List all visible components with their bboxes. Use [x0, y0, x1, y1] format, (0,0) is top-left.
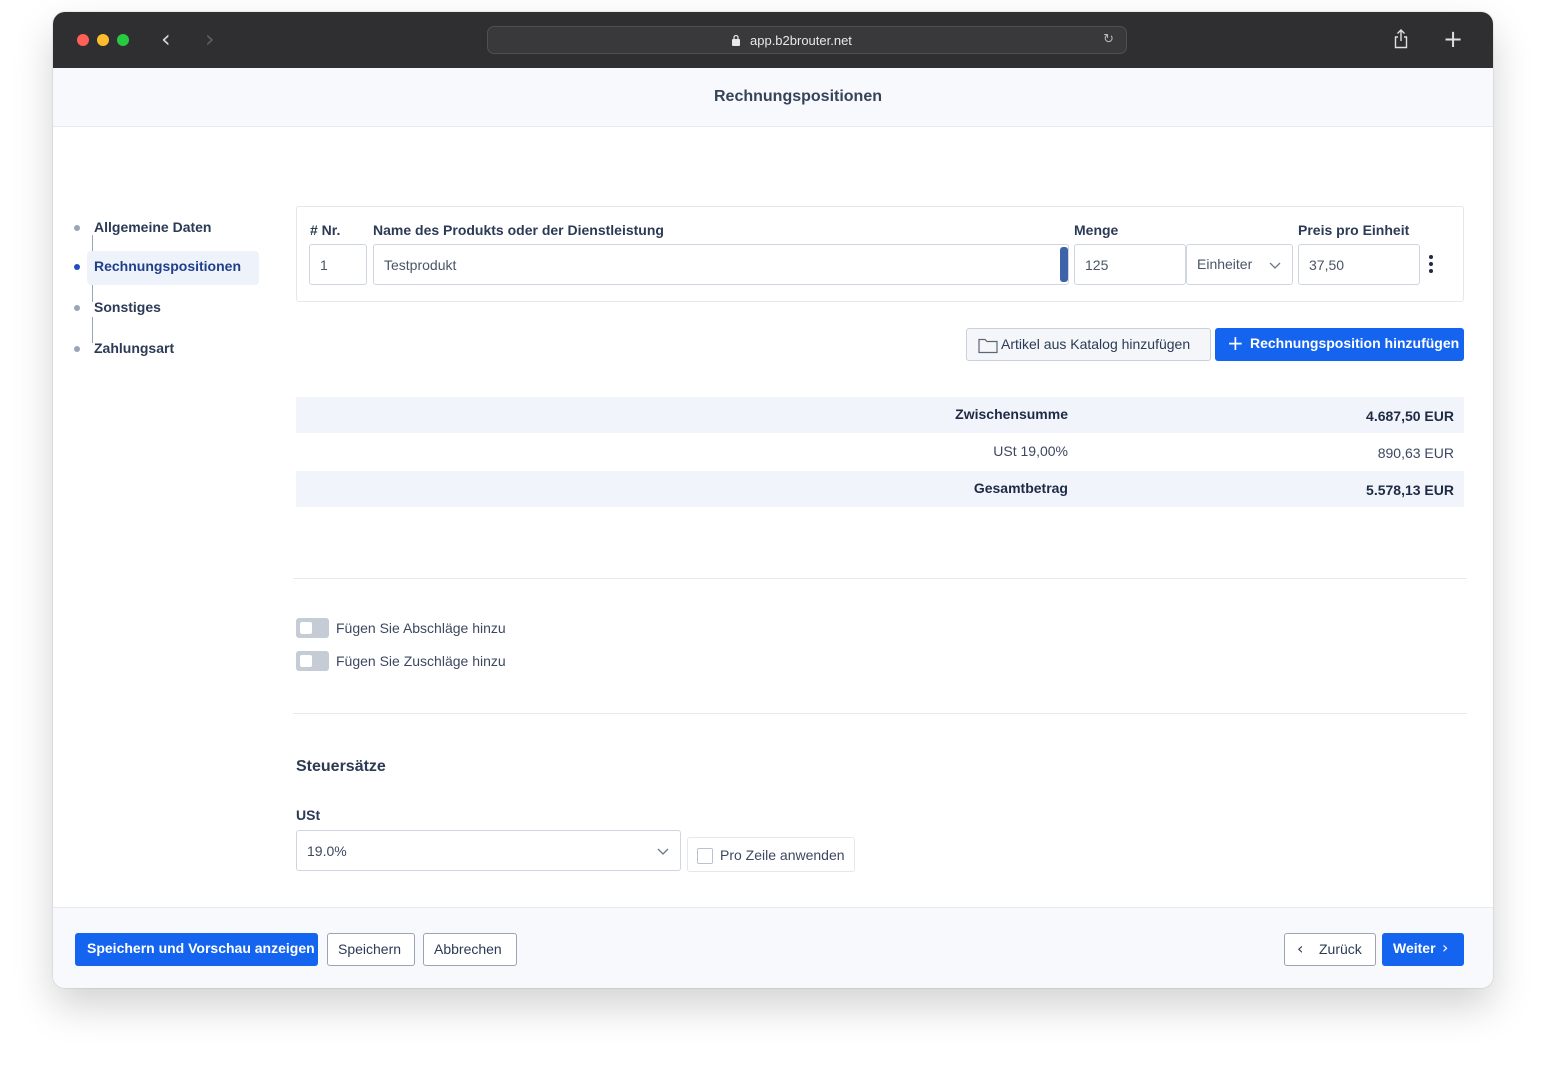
step-allgemeine-daten[interactable]: Allgemeine Daten — [69, 212, 259, 246]
column-label-name: Name des Produkts oder der Dienstleistun… — [373, 222, 664, 238]
ust-select[interactable]: 19.0% — [296, 830, 681, 871]
step-rechnungspositionen[interactable]: Rechnungspositionen — [69, 251, 259, 285]
forward-arrow-icon[interactable]: › — [205, 26, 215, 52]
per-line-label: Pro Zeile anwenden — [720, 847, 845, 863]
column-label-price: Preis pro Einheit — [1298, 222, 1410, 238]
total-label: Gesamtbetrag — [973, 480, 1068, 496]
step-dot — [74, 305, 80, 311]
unit-price-field[interactable]: 37,50 — [1298, 244, 1420, 285]
add-from-catalog-label: Artikel aus Katalog hinzufügen — [1001, 336, 1191, 352]
column-label-quantity: Menge — [1074, 222, 1119, 238]
next-label: Weiter — [1393, 940, 1436, 956]
page-header: Rechnungspositionen — [53, 68, 1493, 127]
line-item-row: # Nr. Name des Produkts oder der Dienstl… — [296, 206, 1464, 302]
discounts-label: Fügen Sie Abschläge hinzu — [336, 620, 506, 636]
total-row: Gesamtbetrag 5.578,13 EUR — [296, 471, 1464, 507]
browser-titlebar: ‹ › app.b2brouter.net ↻ + — [53, 12, 1493, 68]
step-dot — [74, 225, 80, 231]
divider — [293, 578, 1467, 579]
browser-window: ‹ › app.b2brouter.net ↻ + Rechnungsposit… — [53, 12, 1493, 988]
share-icon[interactable] — [1393, 29, 1409, 49]
add-from-catalog-button[interactable]: Artikel aus Katalog hinzufügen — [966, 328, 1211, 361]
chevron-down-icon — [657, 848, 669, 855]
per-line-option[interactable]: Pro Zeile anwenden — [687, 837, 855, 872]
tax-label: USt 19,00% — [993, 443, 1068, 459]
back-arrow-icon[interactable]: ‹ — [161, 26, 171, 52]
tax-rates-title: Steuersätze — [296, 758, 386, 775]
step-dot — [74, 264, 80, 270]
tax-value: 890,63 EUR — [1377, 445, 1454, 461]
chevron-right-icon: › — [1442, 938, 1449, 957]
step-dot — [74, 346, 80, 352]
step-label: Sonstiges — [94, 299, 161, 315]
ust-label: USt — [296, 807, 321, 823]
chevron-down-icon — [1269, 262, 1281, 269]
discounts-toggle[interactable] — [296, 618, 329, 638]
step-sonstiges[interactable]: Sonstiges — [69, 292, 259, 326]
lock-icon — [732, 34, 740, 46]
subtotal-label: Zwischensumme — [955, 406, 1068, 422]
plus-icon: + — [1227, 331, 1244, 355]
ust-select-value: 19.0% — [307, 843, 347, 859]
folder-icon — [978, 338, 998, 354]
product-name-field[interactable]: Testprodukt — [373, 244, 1069, 285]
chevron-left-icon: ‹ — [1297, 939, 1304, 958]
reload-icon[interactable]: ↻ — [1103, 32, 1114, 47]
add-position-label: Rechnungsposition hinzufügen — [1250, 335, 1460, 351]
close-window-button[interactable] — [77, 34, 89, 46]
per-line-checkbox[interactable] — [697, 848, 713, 864]
save-button[interactable]: Speichern — [327, 933, 415, 966]
back-button[interactable]: ‹ Zurück — [1284, 933, 1376, 966]
step-label: Rechnungspositionen — [94, 258, 241, 274]
surcharges-label: Fügen Sie Zuschläge hinzu — [336, 653, 506, 669]
step-label: Allgemeine Daten — [94, 219, 212, 235]
column-label-number: # Nr. — [310, 222, 341, 238]
resize-handle[interactable] — [1060, 247, 1068, 282]
back-label: Zurück — [1319, 941, 1362, 957]
divider — [293, 713, 1467, 714]
form-footer: Speichern und Vorschau anzeigen Speicher… — [53, 907, 1493, 988]
address-bar[interactable]: app.b2brouter.net ↻ — [487, 26, 1127, 54]
url-text: app.b2brouter.net — [750, 33, 852, 48]
step-label: Zahlungsart — [94, 340, 175, 356]
unit-value: Einheiter — [1197, 256, 1253, 272]
page-title: Rechnungspositionen — [714, 88, 882, 105]
step-zahlungsart[interactable]: Zahlungsart — [69, 333, 259, 367]
zoom-window-button[interactable] — [117, 34, 129, 46]
subtotal-value: 4.687,50 EUR — [1366, 408, 1454, 424]
save-and-preview-button[interactable]: Speichern und Vorschau anzeigen — [75, 933, 318, 966]
surcharges-toggle[interactable] — [296, 651, 329, 671]
new-tab-icon[interactable]: + — [1443, 26, 1463, 52]
product-name-value: Testprodukt — [384, 257, 457, 273]
line-number-field[interactable]: 1 — [309, 244, 367, 285]
add-position-button[interactable]: + Rechnungsposition hinzufügen — [1215, 328, 1464, 361]
cancel-button[interactable]: Abbrechen — [423, 933, 517, 966]
quantity-field[interactable]: 125 — [1074, 244, 1186, 285]
next-button[interactable]: Weiter › — [1382, 933, 1464, 966]
tax-row: USt 19,00% 890,63 EUR — [296, 434, 1464, 470]
subtotal-row: Zwischensumme 4.687,50 EUR — [296, 397, 1464, 433]
unit-select[interactable]: Einheiter — [1186, 244, 1293, 285]
minimize-window-button[interactable] — [97, 34, 109, 46]
more-options-icon[interactable] — [1429, 255, 1435, 275]
total-value: 5.578,13 EUR — [1366, 482, 1454, 498]
